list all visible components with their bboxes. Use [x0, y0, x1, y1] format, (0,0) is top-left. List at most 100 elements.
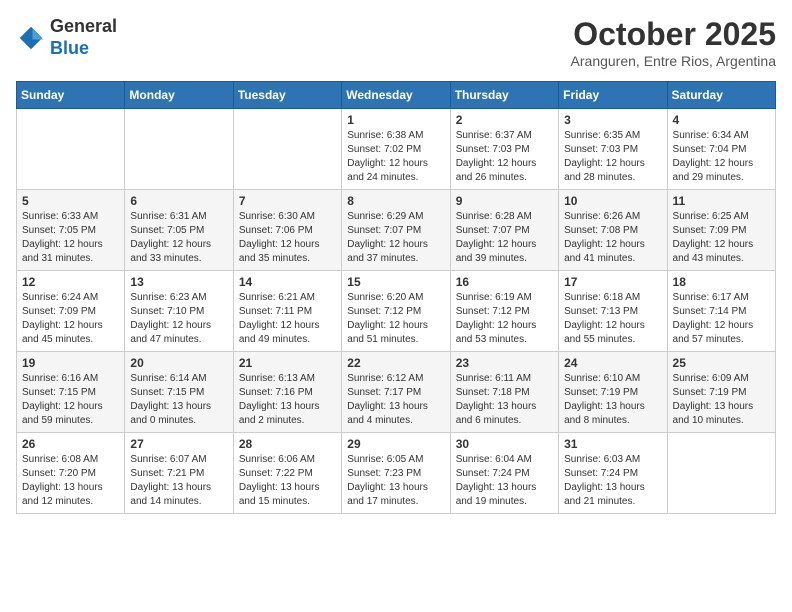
day-cell: 15 Sunrise: 6:20 AM Sunset: 7:12 PM Dayli… [342, 271, 450, 352]
location-subtitle: Aranguren, Entre Rios, Argentina [571, 53, 776, 69]
day-info: Sunrise: 6:18 AM Sunset: 7:13 PM Dayligh… [564, 291, 661, 347]
day-number: 27 [130, 437, 227, 451]
day-cell [125, 109, 233, 190]
week-row-4: 19Sunrise: 6:16 AM Sunset: 7:15 PM Dayli… [17, 352, 776, 433]
day-info: Sunrise: 6:29 AM Sunset: 7:07 PM Dayligh… [347, 210, 444, 266]
day-number: 17 [564, 275, 661, 289]
day-number: 15 [347, 275, 444, 289]
weekday-monday: Monday [125, 82, 233, 109]
day-cell: 25 Sunrise: 6:09 AM Sunset: 7:19 PM Dayli… [667, 352, 775, 433]
weekday-wednesday: Wednesday [342, 82, 450, 109]
day-info: Sunrise: 6:30 AM Sunset: 7:06 PM Dayligh… [239, 210, 336, 266]
day-cell: 17 Sunrise: 6:18 AM Sunset: 7:13 PM Dayli… [559, 271, 667, 352]
day-info: Sunrise: 6:08 AM Sunset: 7:20 PM Dayligh… [22, 453, 119, 509]
day-info: Sunrise: 6:11 AM Sunset: 7:18 PM Dayligh… [456, 372, 553, 428]
day-info: Sunrise: 6:35 AM Sunset: 7:03 PM Dayligh… [564, 129, 661, 185]
day-info: Sunrise: 6:10 AM Sunset: 7:19 PM Dayligh… [564, 372, 661, 428]
day-number: 6 [130, 194, 227, 208]
logo: General Blue [16, 16, 117, 59]
day-info: Sunrise: 6:17 AM Sunset: 7:14 PM Dayligh… [673, 291, 770, 347]
day-info: Sunrise: 6:12 AM Sunset: 7:17 PM Dayligh… [347, 372, 444, 428]
week-row-5: 26Sunrise: 6:08 AM Sunset: 7:20 PM Dayli… [17, 433, 776, 514]
logo-icon [16, 23, 46, 53]
day-number: 20 [130, 356, 227, 370]
day-cell: 19Sunrise: 6:16 AM Sunset: 7:15 PM Dayli… [17, 352, 125, 433]
day-cell: 29 Sunrise: 6:05 AM Sunset: 7:23 PM Dayli… [342, 433, 450, 514]
day-info: Sunrise: 6:03 AM Sunset: 7:24 PM Dayligh… [564, 453, 661, 509]
day-info: Sunrise: 6:25 AM Sunset: 7:09 PM Dayligh… [673, 210, 770, 266]
day-cell [233, 109, 341, 190]
day-number: 5 [22, 194, 119, 208]
day-number: 13 [130, 275, 227, 289]
day-number: 24 [564, 356, 661, 370]
day-info: Sunrise: 6:06 AM Sunset: 7:22 PM Dayligh… [239, 453, 336, 509]
day-number: 11 [673, 194, 770, 208]
day-info: Sunrise: 6:09 AM Sunset: 7:19 PM Dayligh… [673, 372, 770, 428]
day-cell [667, 433, 775, 514]
day-info: Sunrise: 6:19 AM Sunset: 7:12 PM Dayligh… [456, 291, 553, 347]
weekday-friday: Friday [559, 82, 667, 109]
weekday-saturday: Saturday [667, 82, 775, 109]
day-info: Sunrise: 6:04 AM Sunset: 7:24 PM Dayligh… [456, 453, 553, 509]
day-cell [17, 109, 125, 190]
day-number: 4 [673, 113, 770, 127]
day-number: 23 [456, 356, 553, 370]
day-number: 12 [22, 275, 119, 289]
day-cell: 5 Sunrise: 6:33 AM Sunset: 7:05 PM Daylig… [17, 190, 125, 271]
day-cell: 2Sunrise: 6:37 AM Sunset: 7:03 PM Daylig… [450, 109, 558, 190]
day-number: 31 [564, 437, 661, 451]
day-number: 25 [673, 356, 770, 370]
day-cell: 26Sunrise: 6:08 AM Sunset: 7:20 PM Dayli… [17, 433, 125, 514]
day-info: Sunrise: 6:26 AM Sunset: 7:08 PM Dayligh… [564, 210, 661, 266]
weekday-thursday: Thursday [450, 82, 558, 109]
title-block: October 2025 Aranguren, Entre Rios, Arge… [571, 16, 776, 69]
day-info: Sunrise: 6:16 AM Sunset: 7:15 PM Dayligh… [22, 372, 119, 428]
day-info: Sunrise: 6:21 AM Sunset: 7:11 PM Dayligh… [239, 291, 336, 347]
week-row-2: 5 Sunrise: 6:33 AM Sunset: 7:05 PM Daylig… [17, 190, 776, 271]
day-cell: 1 Sunrise: 6:38 AM Sunset: 7:02 PM Daylig… [342, 109, 450, 190]
calendar-body: 1 Sunrise: 6:38 AM Sunset: 7:02 PM Daylig… [17, 109, 776, 514]
day-cell: 3 Sunrise: 6:35 AM Sunset: 7:03 PM Daylig… [559, 109, 667, 190]
weekday-sunday: Sunday [17, 82, 125, 109]
day-cell: 4 Sunrise: 6:34 AM Sunset: 7:04 PM Daylig… [667, 109, 775, 190]
day-number: 9 [456, 194, 553, 208]
day-number: 10 [564, 194, 661, 208]
month-title: October 2025 [571, 16, 776, 53]
logo-blue: Blue [50, 38, 117, 60]
day-cell: 12 Sunrise: 6:24 AM Sunset: 7:09 PM Dayli… [17, 271, 125, 352]
day-cell: 9Sunrise: 6:28 AM Sunset: 7:07 PM Daylig… [450, 190, 558, 271]
day-cell: 23 Sunrise: 6:11 AM Sunset: 7:18 PM Dayli… [450, 352, 558, 433]
week-row-3: 12 Sunrise: 6:24 AM Sunset: 7:09 PM Dayli… [17, 271, 776, 352]
day-info: Sunrise: 6:23 AM Sunset: 7:10 PM Dayligh… [130, 291, 227, 347]
day-info: Sunrise: 6:34 AM Sunset: 7:04 PM Dayligh… [673, 129, 770, 185]
day-cell: 28Sunrise: 6:06 AM Sunset: 7:22 PM Dayli… [233, 433, 341, 514]
day-number: 7 [239, 194, 336, 208]
day-number: 29 [347, 437, 444, 451]
day-cell: 6 Sunrise: 6:31 AM Sunset: 7:05 PM Daylig… [125, 190, 233, 271]
day-info: Sunrise: 6:20 AM Sunset: 7:12 PM Dayligh… [347, 291, 444, 347]
day-cell: 22 Sunrise: 6:12 AM Sunset: 7:17 PM Dayli… [342, 352, 450, 433]
day-cell: 8Sunrise: 6:29 AM Sunset: 7:07 PM Daylig… [342, 190, 450, 271]
day-info: Sunrise: 6:24 AM Sunset: 7:09 PM Dayligh… [22, 291, 119, 347]
day-info: Sunrise: 6:13 AM Sunset: 7:16 PM Dayligh… [239, 372, 336, 428]
day-cell: 13 Sunrise: 6:23 AM Sunset: 7:10 PM Dayli… [125, 271, 233, 352]
day-info: Sunrise: 6:07 AM Sunset: 7:21 PM Dayligh… [130, 453, 227, 509]
weekday-tuesday: Tuesday [233, 82, 341, 109]
day-number: 30 [456, 437, 553, 451]
day-cell: 10 Sunrise: 6:26 AM Sunset: 7:08 PM Dayli… [559, 190, 667, 271]
day-number: 22 [347, 356, 444, 370]
day-number: 1 [347, 113, 444, 127]
day-info: Sunrise: 6:37 AM Sunset: 7:03 PM Dayligh… [456, 129, 553, 185]
day-info: Sunrise: 6:31 AM Sunset: 7:05 PM Dayligh… [130, 210, 227, 266]
day-cell: 31 Sunrise: 6:03 AM Sunset: 7:24 PM Dayli… [559, 433, 667, 514]
day-number: 3 [564, 113, 661, 127]
day-info: Sunrise: 6:14 AM Sunset: 7:15 PM Dayligh… [130, 372, 227, 428]
day-cell: 24 Sunrise: 6:10 AM Sunset: 7:19 PM Dayli… [559, 352, 667, 433]
week-row-1: 1 Sunrise: 6:38 AM Sunset: 7:02 PM Daylig… [17, 109, 776, 190]
page-header: General Blue October 2025 Aranguren, Ent… [16, 16, 776, 69]
day-info: Sunrise: 6:38 AM Sunset: 7:02 PM Dayligh… [347, 129, 444, 185]
logo-general: General [50, 16, 117, 38]
calendar-table: SundayMondayTuesdayWednesdayThursdayFrid… [16, 81, 776, 514]
day-info: Sunrise: 6:05 AM Sunset: 7:23 PM Dayligh… [347, 453, 444, 509]
day-info: Sunrise: 6:33 AM Sunset: 7:05 PM Dayligh… [22, 210, 119, 266]
